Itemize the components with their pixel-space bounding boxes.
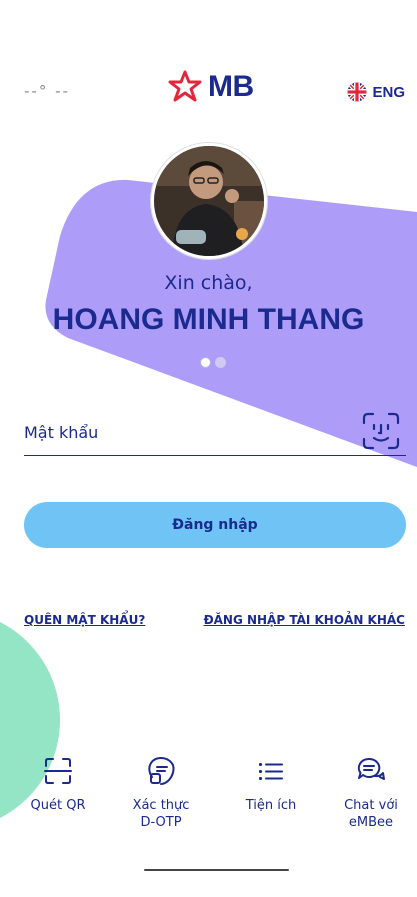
logo-text: MB bbox=[208, 70, 254, 103]
carousel-indicator bbox=[200, 357, 226, 368]
quick-action-label: Quét QR bbox=[30, 798, 86, 813]
quick-action-otp[interactable]: Xác thực D-OTP bbox=[116, 755, 206, 831]
quick-action-qr[interactable]: Quét QR bbox=[13, 755, 103, 814]
chat-bubbles-icon bbox=[357, 757, 385, 780]
login-button[interactable]: Đăng nhập bbox=[24, 502, 406, 548]
face-id-icon[interactable] bbox=[360, 410, 402, 452]
forgot-password-link[interactable]: QUÊN MẬT KHẨU? bbox=[24, 613, 145, 627]
user-name: HOANG MINH THANG bbox=[52, 303, 365, 336]
quick-action-label: Tiện ích bbox=[245, 798, 297, 813]
list-icon bbox=[259, 763, 283, 780]
quick-action-label: Xác thực D-OTP bbox=[132, 798, 190, 830]
carousel-dot-active[interactable] bbox=[200, 357, 211, 368]
quick-action-utilities[interactable]: Tiện ích bbox=[226, 755, 316, 814]
carousel-dot[interactable] bbox=[215, 357, 226, 368]
avatar[interactable] bbox=[151, 143, 267, 259]
mb-logo: MB bbox=[166, 70, 254, 104]
language-label: ENG bbox=[372, 83, 405, 101]
home-indicator[interactable] bbox=[144, 869, 289, 871]
quick-actions-bar: Quét QR Xác thực D-OTP Tiện ích Chat với… bbox=[0, 755, 417, 845]
password-input[interactable] bbox=[24, 418, 344, 446]
password-field bbox=[24, 410, 406, 456]
quick-action-chat[interactable]: Chat với eMBee bbox=[326, 755, 416, 831]
language-switch[interactable]: ENG bbox=[347, 82, 405, 102]
quick-action-label: Chat với eMBee bbox=[344, 798, 398, 830]
star-logo-icon bbox=[168, 70, 202, 102]
greeting-text: Xin chào, bbox=[164, 272, 253, 294]
qr-scan-icon bbox=[44, 758, 72, 784]
other-account-login-link[interactable]: ĐĂNG NHẬP TÀI KHOẢN KHÁC bbox=[204, 613, 405, 627]
uk-flag-icon bbox=[347, 82, 367, 102]
avatar-photo bbox=[154, 146, 264, 256]
weather-readout: --° -- bbox=[24, 82, 70, 100]
otp-shield-icon bbox=[148, 757, 175, 785]
